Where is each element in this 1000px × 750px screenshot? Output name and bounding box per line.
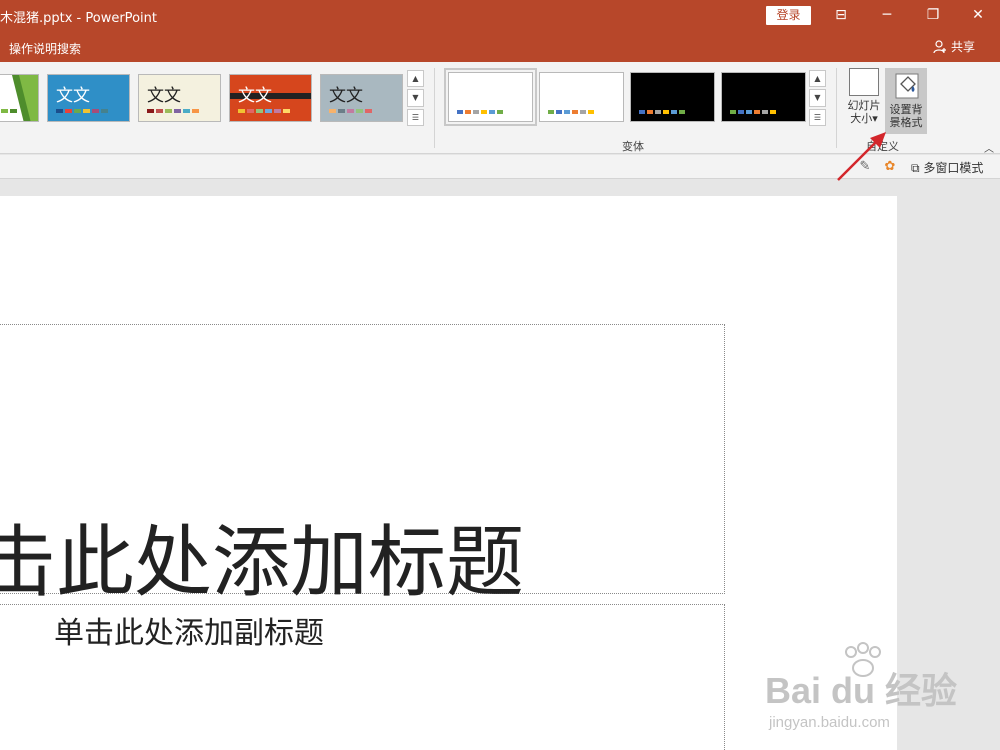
theme-3-text: 文文 [147,86,181,106]
theme-3-color-bar [147,109,199,113]
theme-4-color-bar [238,109,290,113]
variant-4-color-bar [730,110,776,114]
slide-size-button[interactable]: 幻灯片大小▾ [845,68,883,134]
variant-thumbnail-3[interactable] [630,72,715,122]
close-icon[interactable]: ✕ [955,0,1000,31]
theme-1-color-bar [1,109,17,113]
collapse-ribbon-icon[interactable]: ︿ [984,140,994,155]
variants-group-label: 变体 [622,140,644,153]
user-icon [933,39,946,53]
restore-icon[interactable]: ❐ [910,0,956,31]
multi-window-label: 多窗口模式 [923,161,984,175]
variant-thumbnail-1[interactable] [444,68,537,126]
variant-3-color-bar [639,110,685,114]
subtitle-placeholder-text: 单击此处添加副标题 [54,616,324,651]
multi-window-button[interactable]: ⧉ 多窗口模式 [911,159,983,176]
theme-2-text: 文文 [56,86,90,106]
login-button[interactable]: 登录 [766,6,811,25]
variant-scroll-up-icon[interactable]: ▲ [809,70,826,88]
theme-5-text: 文文 [329,86,363,106]
theme-4-text: 文文 [238,86,272,106]
ribbon-display-options-icon[interactable]: ⊟ [818,0,864,31]
variant-scroll-down-icon[interactable]: ▼ [809,89,826,107]
format-background-label: 设置背景格式 [889,103,923,129]
variant-more-icon[interactable]: ☰ [809,108,826,126]
variant-1-color-bar [457,110,503,114]
theme-thumbnail-2[interactable]: 文文 [47,74,130,122]
gallery-more-icon[interactable]: ☰ [407,108,424,126]
variant-thumbnail-2[interactable] [539,72,624,122]
minimize-icon[interactable]: ─ [864,0,910,31]
title-placeholder-text: 击此处添加标题 [0,518,525,608]
watermark-sub: jingyan.baidu.com [769,714,890,731]
multi-window-icon: ⧉ [911,161,920,175]
variant-2-color-bar [548,110,594,114]
theme-thumbnail-3[interactable]: 文文 [138,74,221,122]
theme-gallery-scroll: ▲ ▼ ☰ [407,70,424,126]
window-title: 木混猪.pptx - PowerPoint [0,11,157,26]
group-separator [434,68,435,148]
slide[interactable] [0,196,897,750]
paint-bucket-icon [891,72,921,100]
slide-size-caret-icon: ▾ [872,112,878,125]
theme-thumbnail-5[interactable]: 文文 [320,74,403,122]
gallery-scroll-down-icon[interactable]: ▼ [407,89,424,107]
annotation-arrow-icon [837,132,886,181]
variant-thumbnail-4[interactable] [721,72,806,122]
share-button[interactable]: 共享 [933,38,975,55]
theme-5-color-bar [329,109,372,113]
theme-1-shape [12,75,38,121]
title-bar: 木混猪.pptx - PowerPoint 登录 ⊟ ─ ❐ ✕ [0,0,1000,31]
format-background-button[interactable]: 设置背景格式 [885,68,927,134]
watermark: Bai du 经验 jingyan.baidu.com [765,640,965,740]
theme-thumbnail-4[interactable]: 文文 [229,74,312,122]
gallery-scroll-up-icon[interactable]: ▲ [407,70,424,88]
theme-thumbnail-1[interactable] [0,74,39,122]
theme-2-color-bar [56,109,108,113]
tell-me-bar: 操作说明搜索 共享 [0,31,1000,62]
tell-me-search[interactable]: 操作说明搜索 [9,40,81,57]
slide-size-icon [849,68,879,96]
share-label: 共享 [951,40,976,54]
variant-gallery-scroll: ▲ ▼ ☰ [809,70,826,126]
watermark-main: Bai du 经验 [765,670,958,711]
